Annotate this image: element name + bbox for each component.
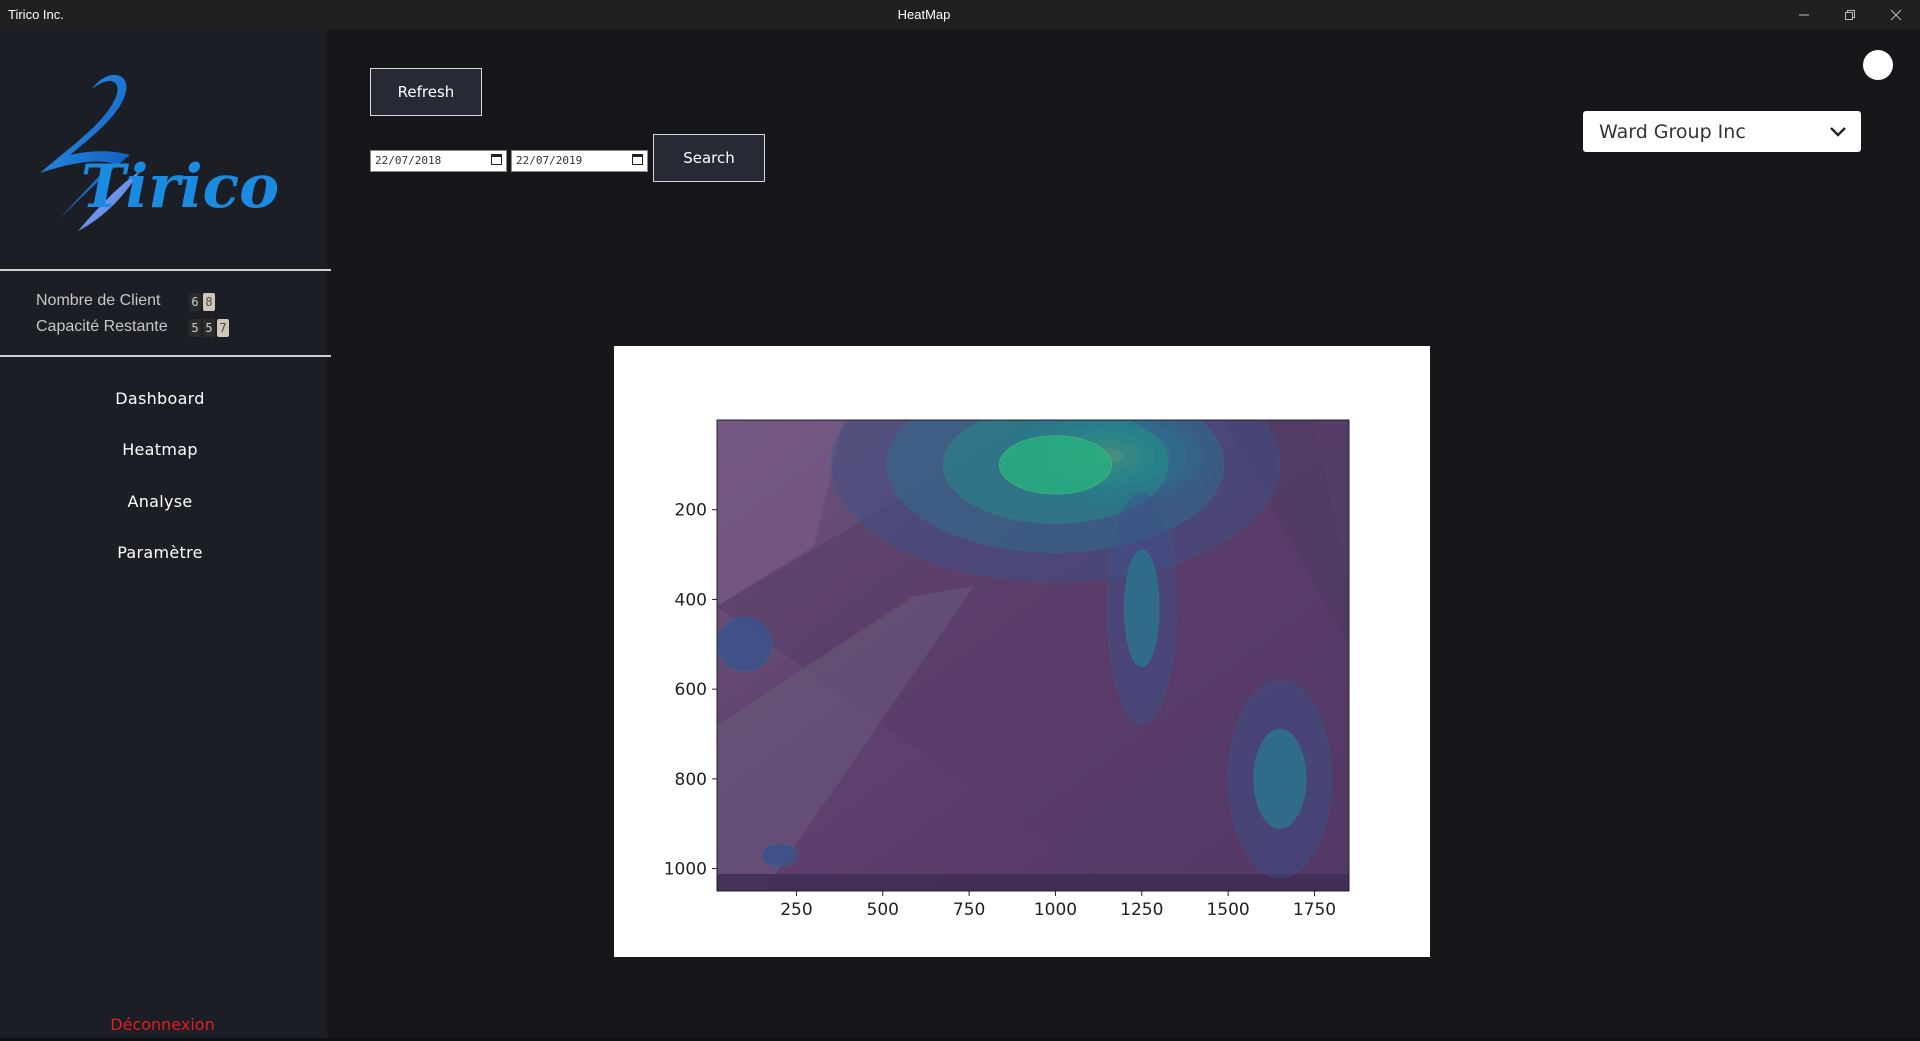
sidebar: Tirico Nombre de Client 6 8 Capacité Res… (0, 30, 331, 1041)
date-to-value: 22/07/2019 (516, 154, 583, 167)
close-icon[interactable] (1874, 0, 1918, 30)
date-to-input[interactable]: 22/07/2019 (511, 150, 648, 172)
company-select-value: Ward Group Inc (1599, 121, 1746, 143)
heat-contour (998, 435, 1113, 495)
nav-parametre[interactable]: Paramètre (0, 543, 320, 562)
calendar-icon[interactable] (632, 154, 643, 165)
divider (0, 355, 331, 357)
y-tick-label: 400 (675, 590, 707, 610)
digit: 8 (203, 293, 215, 311)
y-tick-label: 1000 (664, 860, 707, 880)
heatmap-chart: 250 500 750 1000 1250 1500 1750 200 400 600 800 10… (664, 419, 1350, 920)
x-tick-label: 1250 (1120, 900, 1163, 920)
heatmap-panel: 250 500 750 1000 1250 1500 1750 200 400 600 800 10… (614, 346, 1430, 957)
client-count-label: Nombre de Client (36, 292, 161, 309)
y-tick-label: 600 (675, 680, 707, 700)
y-tick-label: 800 (675, 770, 707, 790)
y-axis: 200 400 600 800 1000 (664, 501, 717, 880)
x-tick-label: 750 (953, 900, 985, 920)
heat-contour (761, 843, 797, 867)
remaining-capacity-label: Capacité Restante (36, 318, 168, 335)
company-select[interactable]: Ward Group Inc (1583, 111, 1861, 152)
digit: 5 (189, 319, 201, 337)
restore-icon[interactable] (1828, 0, 1872, 30)
x-tick-label: 1750 (1293, 900, 1336, 920)
heat-contour (717, 616, 773, 672)
x-tick-label: 250 (780, 900, 812, 920)
x-tick-label: 500 (867, 900, 899, 920)
search-button[interactable]: Search (653, 134, 765, 182)
heat-contour (1124, 549, 1160, 668)
heat-contour (1253, 729, 1307, 829)
minimize-icon[interactable] (1782, 0, 1826, 30)
refresh-button[interactable]: Refresh (370, 68, 482, 116)
digit: 5 (203, 319, 215, 337)
nav-dashboard[interactable]: Dashboard (0, 389, 320, 408)
chevron-down-icon (1830, 127, 1846, 137)
tirico-logo: Tirico (40, 74, 279, 231)
digit: 6 (189, 293, 201, 311)
x-axis: 250 500 750 1000 1250 1500 1750 (780, 891, 1336, 920)
date-from-input[interactable]: 22/07/2018 (370, 150, 507, 172)
nav-heatmap[interactable]: Heatmap (0, 440, 320, 459)
nav-analyse[interactable]: Analyse (0, 492, 320, 511)
remaining-capacity-value: 5 5 7 (189, 319, 231, 337)
theme-toggle[interactable] (1863, 50, 1893, 80)
plot-area (717, 420, 1349, 891)
calendar-icon[interactable] (491, 154, 502, 165)
logout-button[interactable]: Déconnexion (0, 1015, 325, 1034)
y-tick-label: 200 (675, 501, 707, 521)
digit: 7 (217, 319, 229, 337)
window-title: HeatMap (897, 7, 951, 22)
divider (0, 269, 331, 271)
x-tick-label: 1000 (1034, 900, 1077, 920)
logo-text: Tirico (81, 152, 279, 222)
date-from-value: 22/07/2018 (375, 154, 442, 167)
x-tick-label: 1500 (1206, 900, 1249, 920)
title-bar: Tirico Inc. HeatMap (0, 0, 1920, 30)
client-count-value: 6 8 (189, 293, 217, 311)
